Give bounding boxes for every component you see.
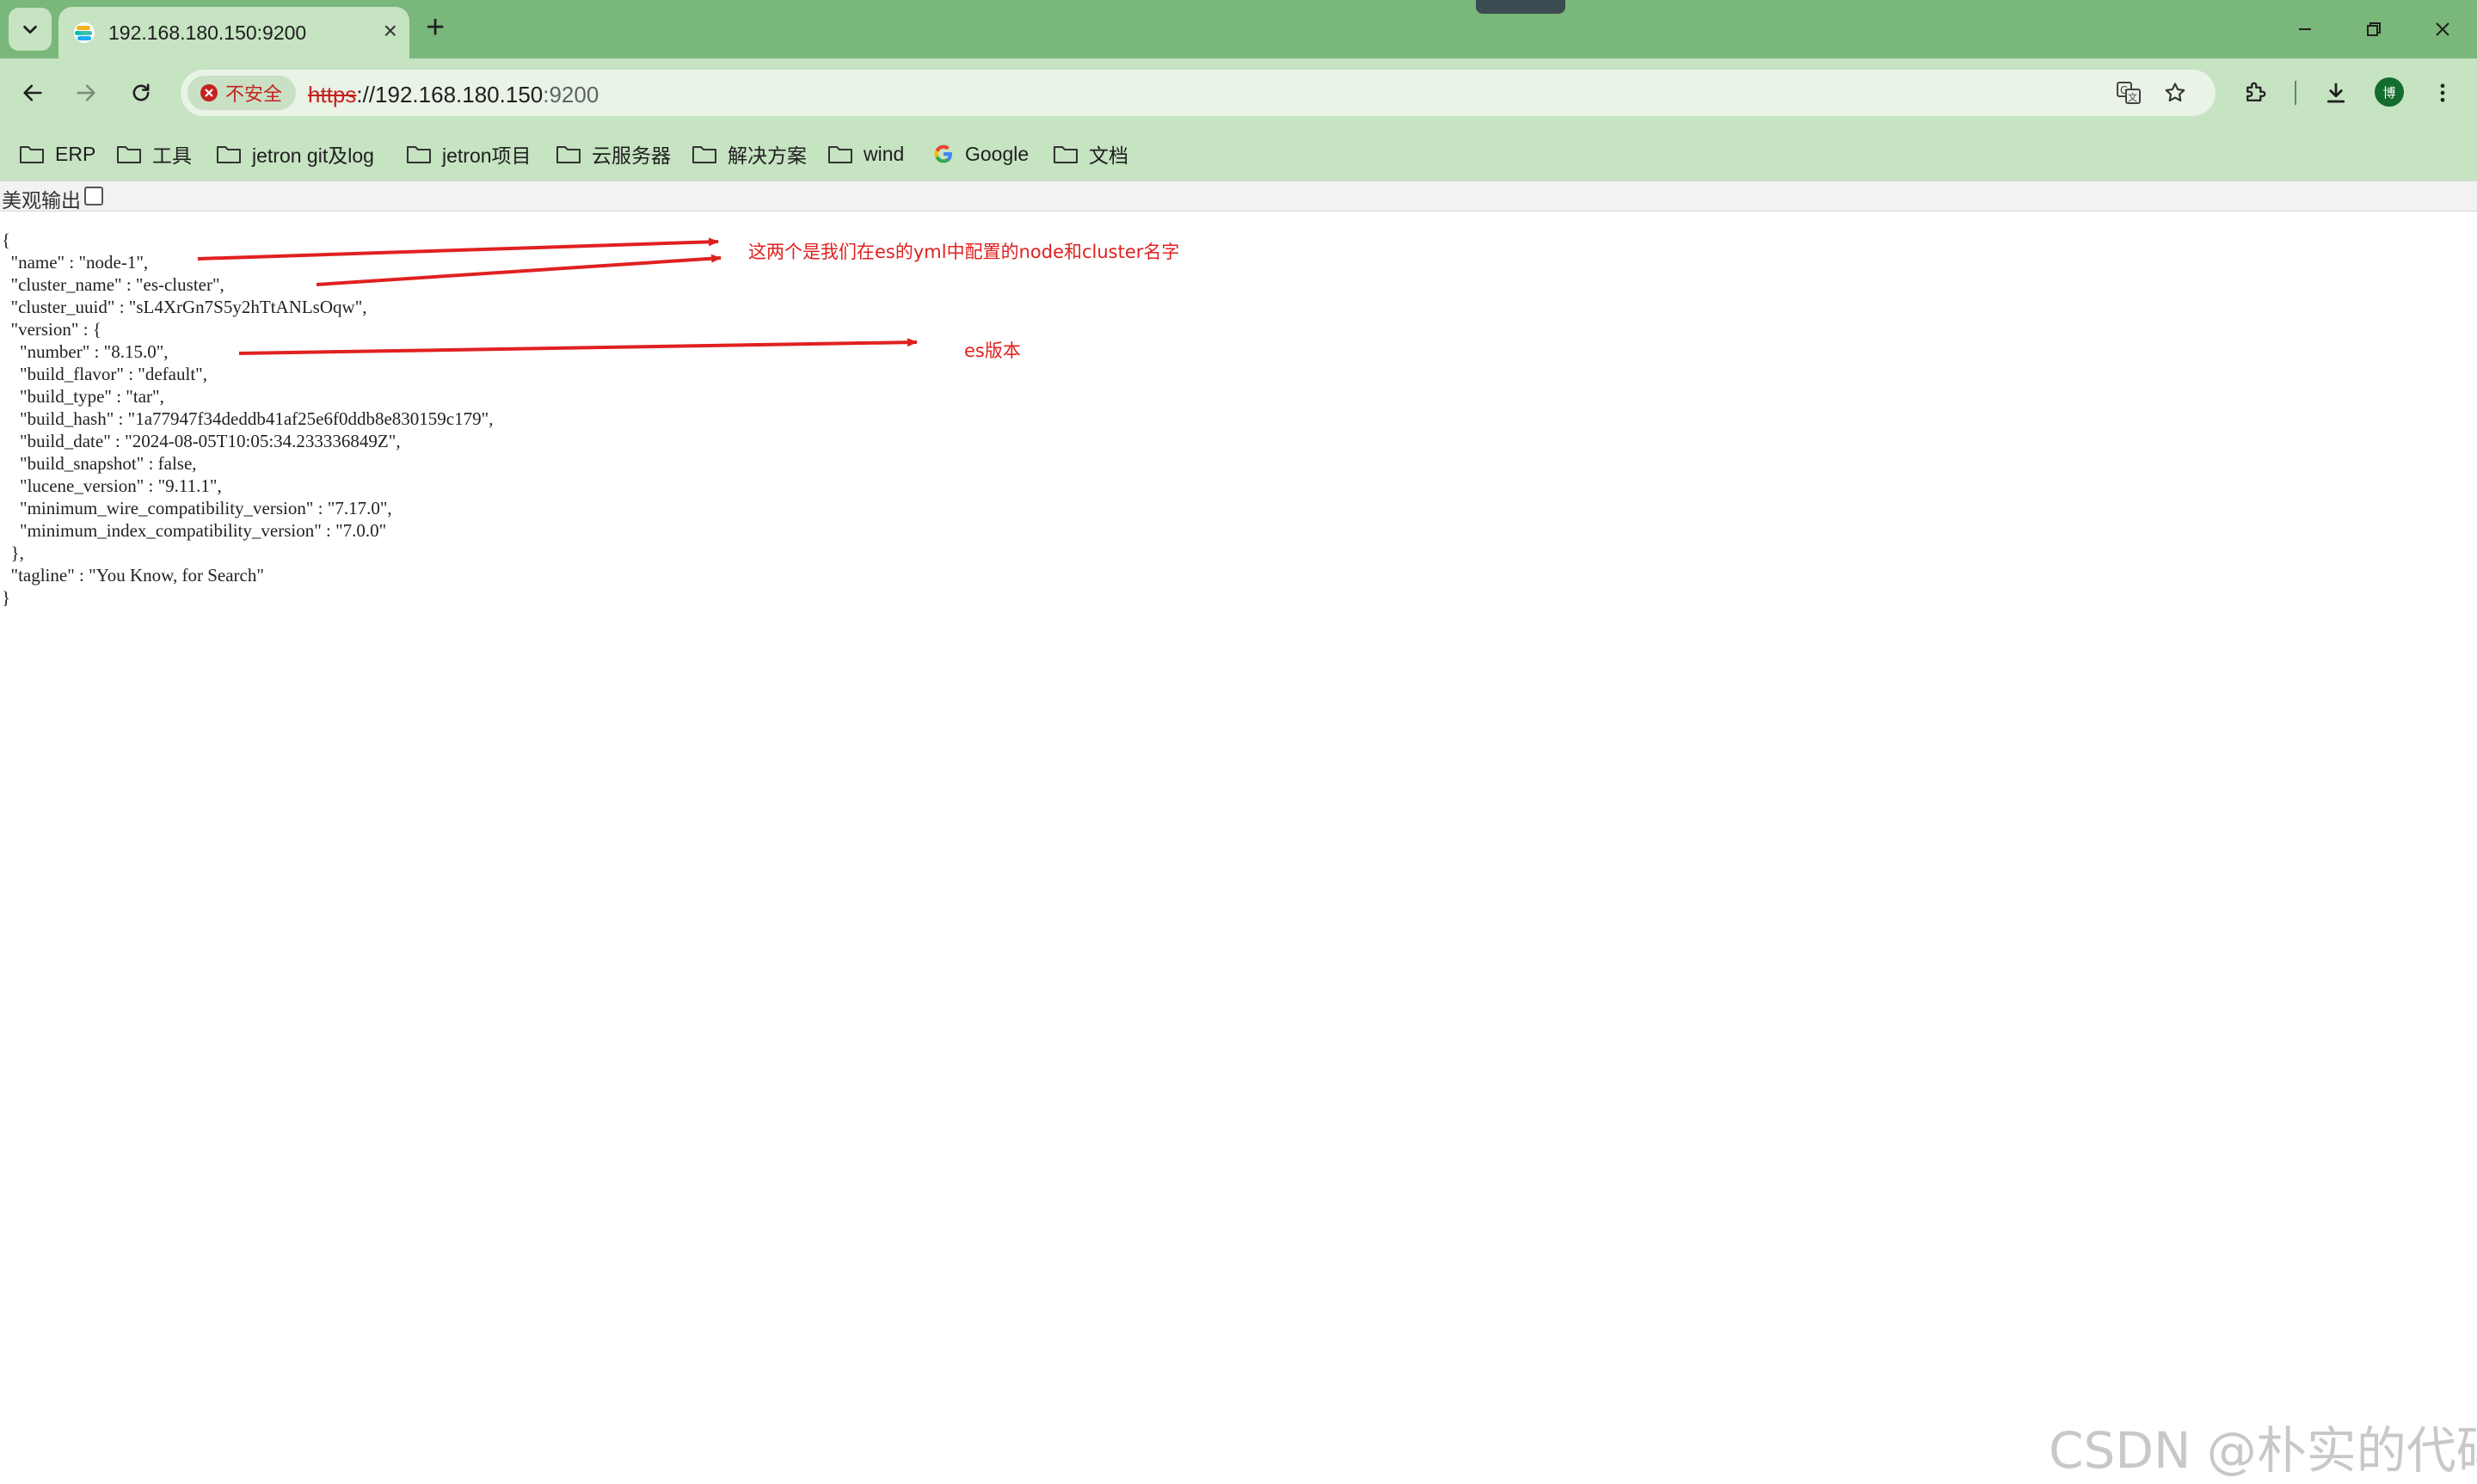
version-arrow — [238, 338, 918, 355]
names-annotation: 这两个是我们在es的yml中配置的node和cluster名字 — [748, 242, 1180, 262]
annotation-arrows — [197, 237, 918, 355]
name-arrow — [197, 237, 719, 261]
watermark: CSDN @朴实的代码 — [2049, 1421, 2477, 1480]
cluster-name-arrow — [316, 254, 722, 286]
version-annotation: es版本 — [964, 340, 1021, 361]
